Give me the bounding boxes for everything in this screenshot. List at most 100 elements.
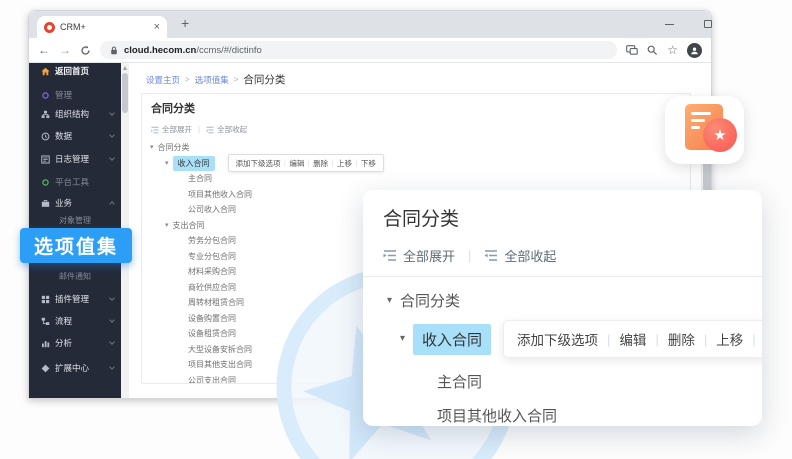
breadcrumb-home-link[interactable]: 设置主页 (146, 74, 180, 86)
breadcrumb-separator: > (234, 75, 239, 84)
caret-down-icon[interactable]: ▾ (165, 160, 169, 167)
forward-icon[interactable]: → (59, 44, 71, 56)
menu-separator: | (655, 332, 658, 347)
expand-all-icon (151, 126, 159, 134)
menu-delete[interactable]: 删除 (668, 329, 695, 349)
sidebar-item-org[interactable]: 组织结构 (29, 107, 121, 121)
tree-node-income[interactable]: ▾ 收入合同 添加下级选项| 编辑| 删除| 上移| 下移 (142, 156, 690, 172)
breadcrumb-section-link[interactable]: 选项值集 (195, 74, 229, 86)
callout-option-value-set[interactable]: 选项值集 (20, 228, 132, 263)
menu-delete[interactable]: 删除 (313, 158, 328, 169)
tree-node[interactable]: 项目其他收入合同 (383, 405, 742, 426)
chevron-up-icon (109, 201, 115, 207)
window-maximize-button[interactable] (704, 20, 712, 28)
star-circle-icon: ★ (703, 118, 737, 152)
caret-down-icon[interactable]: ▾ (400, 334, 405, 344)
caret-down-icon[interactable]: ▾ (165, 222, 169, 229)
sidebar-item-logs[interactable]: 日志管理 (29, 152, 121, 166)
menu-move-up[interactable]: 上移 (716, 329, 743, 349)
circle-icon (41, 91, 50, 100)
menu-edit[interactable]: 编辑 (289, 158, 304, 169)
window-minimize-button[interactable] (665, 24, 674, 25)
stage: CRM+ × + ← → cloud.hecom.cn/ccms/#/dicti… (0, 0, 792, 459)
breadcrumb-separator: > (185, 75, 190, 84)
menu-separator: | (332, 160, 334, 167)
zoom-overlay-panel: 合同分类 全部展开 | 全部收起 ▾ 合同分类 ▾ 收入合同 添加下级选项| 编… (363, 190, 762, 426)
collapse-all-icon (206, 126, 214, 134)
chevron-down-icon (109, 295, 115, 301)
toolbar-separator: | (198, 125, 200, 134)
browser-address-bar: ← → cloud.hecom.cn/ccms/#/dictinfo ☆ (29, 38, 711, 63)
sidebar-item-extension-center[interactable]: 扩展中心 (29, 361, 121, 375)
tree-toolbar: 全部展开 | 全部收起 (142, 116, 690, 135)
collapse-all-icon (484, 249, 498, 262)
profile-avatar[interactable] (687, 43, 702, 58)
sidebar-item-flow[interactable]: 流程 (29, 314, 121, 328)
browser-tab-bar: CRM+ × + (29, 11, 711, 38)
sidebar-item-business[interactable]: 业务 (29, 196, 121, 210)
tree-node-income[interactable]: ▾ 收入合同 添加下级选项| 编辑| 删除| 上移| 下移 (383, 320, 742, 358)
chevron-down-icon (109, 155, 115, 161)
sidebar-item-mail-notify[interactable]: 邮件通知 (29, 269, 121, 283)
menu-edit[interactable]: 编辑 (619, 329, 646, 349)
sidebar-item-platform-tools[interactable]: 平台工具 (29, 175, 121, 189)
menu-separator: | (704, 332, 707, 347)
browser-tab[interactable]: CRM+ × (37, 16, 167, 38)
scrollbar-thumb[interactable] (122, 73, 128, 113)
node-context-menu: 添加下级选项| 编辑| 删除| 上移| 下移 (228, 154, 384, 172)
selected-tree-node[interactable]: 收入合同 (173, 156, 215, 171)
caret-down-icon[interactable]: ▾ (387, 296, 392, 306)
expand-all-button[interactable]: 全部展开 (383, 246, 455, 265)
new-tab-button[interactable]: + (181, 15, 189, 31)
url-path: /ccms/#/dictinfo (196, 45, 261, 56)
sidebar-item-home[interactable]: 返回首页 (29, 64, 121, 78)
scroll-up-arrow-icon[interactable] (123, 66, 127, 70)
crm-favicon (44, 22, 55, 33)
overlay-toolbar: 全部展开 | 全部收起 (383, 246, 742, 265)
divider (363, 276, 762, 277)
reload-icon[interactable] (80, 45, 91, 56)
menu-move-up[interactable]: 上移 (337, 158, 352, 169)
url-field[interactable]: cloud.hecom.cn/ccms/#/dictinfo (100, 41, 617, 59)
bookmark-star-icon[interactable]: ☆ (667, 44, 678, 56)
sidebar-item-analysis[interactable]: 分析 (29, 336, 121, 350)
tab-title: CRM+ (60, 22, 149, 32)
menu-separator: | (752, 332, 755, 347)
menu-separator: | (607, 332, 610, 347)
home-icon (41, 67, 50, 76)
tree-node[interactable]: 主合同 (383, 371, 742, 392)
tree-node[interactable]: 主合同 (142, 171, 690, 187)
menu-add-child-option[interactable]: 添加下级选项 (236, 158, 281, 169)
chevron-down-icon (109, 364, 115, 370)
log-list-icon (41, 155, 50, 164)
flow-icon (41, 317, 50, 326)
menu-separator: | (308, 160, 310, 167)
collapse-all-button[interactable]: 全部收起 (484, 246, 556, 265)
chevron-down-icon (109, 317, 115, 323)
puzzle-icon (41, 364, 50, 373)
menu-separator: | (356, 160, 358, 167)
expand-all-button[interactable]: 全部展开 (151, 124, 192, 135)
menu-move-down[interactable]: 下移 (361, 158, 376, 169)
collapse-all-button[interactable]: 全部收起 (206, 124, 247, 135)
tab-close-icon[interactable]: × (154, 22, 160, 33)
lock-icon (110, 46, 118, 55)
save-card-icon[interactable] (626, 45, 638, 55)
caret-down-icon[interactable]: ▾ (150, 144, 154, 151)
grid-icon (41, 295, 50, 304)
sidebar-item-object-manage[interactable]: 对象管理 (29, 213, 121, 227)
sidebar-item-manage[interactable]: 管理 (29, 88, 121, 102)
menu-add-child-option[interactable]: 添加下级选项 (517, 329, 598, 349)
sidebar-item-plugins[interactable]: 插件管理 (29, 292, 121, 306)
sidebar-item-data[interactable]: 数据 (29, 129, 121, 143)
chevron-down-icon (109, 339, 115, 345)
zoom-search-icon[interactable] (647, 45, 658, 56)
page-title: 合同分类 (142, 94, 690, 116)
tree-node-root[interactable]: ▾ 合同分类 (383, 290, 742, 311)
back-icon[interactable]: ← (38, 44, 50, 56)
person-icon (690, 46, 699, 55)
tree-node-root[interactable]: ▾合同分类 (142, 140, 690, 156)
expand-all-icon (383, 249, 397, 262)
selected-tree-node[interactable]: 收入合同 (413, 324, 491, 355)
breadcrumb-current: 合同分类 (243, 72, 285, 87)
